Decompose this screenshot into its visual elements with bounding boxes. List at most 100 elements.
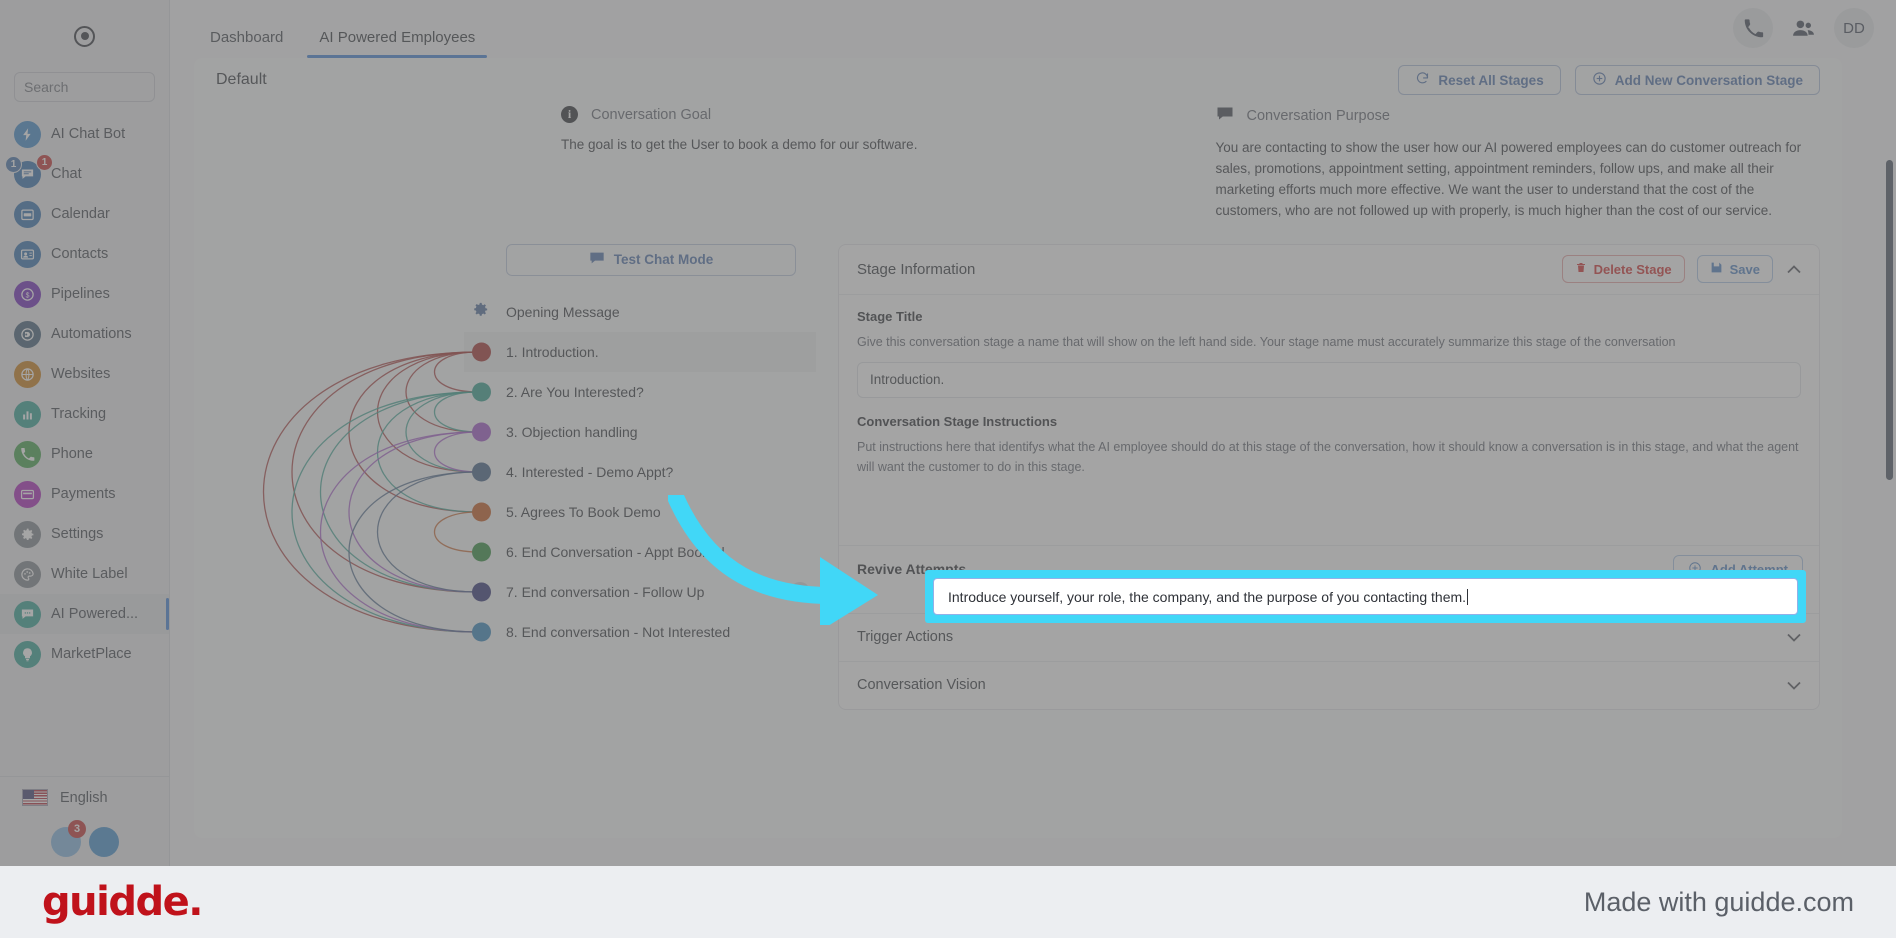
- stage-graph-column: Test Chat Mode Opening Message 1. Introdu…: [216, 243, 816, 710]
- instructions-highlight: Introduce yourself, your role, the compa…: [925, 570, 1806, 623]
- sidebar-item-white-label[interactable]: White Label: [0, 554, 169, 594]
- conversation-goal-text: The goal is to get the User to book a de…: [561, 137, 918, 152]
- trash-icon: [1575, 261, 1587, 277]
- phone-icon[interactable]: [1733, 8, 1773, 48]
- save-button[interactable]: Save: [1696, 255, 1773, 284]
- calendar-icon: [14, 200, 41, 228]
- chat-dots-icon[interactable]: [790, 581, 810, 602]
- search-box[interactable]: [14, 72, 225, 102]
- sidebar-item-settings[interactable]: Settings: [0, 514, 169, 554]
- stage-row-label: 4. Interested - Demo Appt?: [506, 463, 674, 480]
- stage-row[interactable]: 5. Agrees To Book Demo: [464, 492, 816, 532]
- sidebar-item-contacts[interactable]: Contacts: [0, 234, 169, 274]
- sidebar-item-label: Settings: [51, 526, 104, 542]
- chevron-down-icon[interactable]: [1785, 633, 1803, 642]
- stage-row[interactable]: 2. Are You Interested?: [464, 372, 816, 412]
- sidebar-item-label: MarketPlace: [51, 646, 132, 662]
- palette-icon: [14, 560, 41, 588]
- info-icon: i: [561, 106, 578, 123]
- credit-card-icon: [14, 480, 41, 508]
- tab-label: AI Powered Employees: [319, 29, 476, 46]
- page-title: Default: [216, 71, 267, 88]
- stage-color-dot: [472, 422, 491, 442]
- chat-bubble-icon: [589, 251, 605, 268]
- stage-row[interactable]: 7. End conversation - Follow Up: [464, 572, 816, 612]
- sidebar-item-websites[interactable]: Websites: [0, 354, 169, 394]
- stage-information-header: Stage Information Delete Stage Save: [839, 245, 1819, 295]
- chevron-up-icon[interactable]: [1785, 264, 1803, 274]
- conversation-purpose-title: Conversation Purpose: [1246, 108, 1390, 124]
- language-label: English: [60, 789, 108, 806]
- automation-icon: [14, 320, 41, 348]
- conversation-goal-block: i Conversation Goal The goal is to get t…: [216, 106, 1166, 222]
- sidebar-item-marketplace[interactable]: MarketPlace: [0, 634, 169, 674]
- people-icon[interactable]: [1791, 16, 1816, 41]
- main-canvas: Default Reset All Stages Add New Convers…: [194, 58, 1842, 838]
- stage-title-input[interactable]: Introduction.: [857, 361, 1801, 398]
- reset-all-stages-button[interactable]: Reset All Stages: [1398, 65, 1561, 95]
- sidebar-item-payments[interactable]: Payments: [0, 474, 169, 514]
- chevron-down-icon[interactable]: [1785, 681, 1803, 690]
- us-flag-icon: [22, 789, 48, 806]
- instructions-textarea-slot: [857, 487, 1801, 533]
- stage-row[interactable]: 8. End conversation - Not Interested: [464, 612, 816, 652]
- support-bubble-icon[interactable]: [88, 827, 119, 857]
- sidebar-badge-unread: 1: [36, 154, 53, 171]
- app-root: AI Chat BotChat11CalendarContacts $ Pipeli…: [0, 0, 1896, 938]
- sidebar-footer-actions[interactable]: 3: [0, 818, 169, 866]
- sidebar-item-ai-chat-bot[interactable]: AI Chat Bot: [0, 114, 169, 154]
- language-selector[interactable]: English: [0, 776, 169, 818]
- sidebar-item-label: Automations: [51, 326, 132, 342]
- delete-stage-button[interactable]: Delete Stage: [1561, 255, 1685, 284]
- bolt-icon: [14, 120, 41, 148]
- sidebar-item-chat[interactable]: Chat 1 1: [0, 154, 169, 194]
- test-chat-mode-label: Test Chat Mode: [613, 252, 714, 268]
- guidde-logo: guidde.: [42, 879, 203, 925]
- chat-dots-icon: [14, 600, 41, 628]
- stage-row-label: Opening Message: [506, 303, 620, 320]
- stage-title-label: Stage Title: [857, 308, 923, 324]
- tab-ai-powered-employees[interactable]: AI Powered Employees: [301, 29, 493, 58]
- bar-chart-icon: [14, 400, 41, 428]
- instructions-help: Put instructions here that identifys wha…: [857, 439, 1799, 474]
- stage-color-dot: [472, 342, 491, 362]
- stage-row-opening-message[interactable]: Opening Message: [464, 292, 816, 332]
- avatar[interactable]: DD: [1834, 8, 1874, 48]
- instructions-textarea[interactable]: Introduce yourself, your role, the compa…: [933, 578, 1798, 615]
- sidebar-item-label: Payments: [51, 486, 116, 502]
- floppy-disk-icon: [1710, 261, 1723, 277]
- sidebar-item-phone[interactable]: Phone: [0, 434, 169, 474]
- reset-all-stages-label: Reset All Stages: [1438, 72, 1544, 88]
- add-new-conversation-stage-button[interactable]: Add New Conversation Stage: [1574, 65, 1820, 95]
- sidebar-item-pipelines[interactable]: $ Pipelines: [0, 274, 169, 314]
- stage-row-label: 3. Objection handling: [506, 423, 638, 440]
- tab-dashboard[interactable]: Dashboard: [192, 29, 301, 58]
- test-chat-mode-button[interactable]: Test Chat Mode: [506, 243, 796, 276]
- canvas-header-buttons: Reset All Stages Add New Conversation St…: [1398, 65, 1820, 95]
- sidebar-item-calendar[interactable]: Calendar: [0, 194, 169, 234]
- notification-badge: 3: [68, 820, 86, 838]
- trigger-actions-label: Trigger Actions: [857, 629, 954, 646]
- sidebar-item-label: Pipelines: [51, 286, 110, 302]
- sidebar-item-tracking[interactable]: Tracking: [0, 394, 169, 434]
- stage-information-title: Stage Information: [857, 260, 976, 278]
- stage-row-label: 1. Introduction.: [506, 343, 599, 360]
- speech-bubble-icon: [1216, 106, 1234, 126]
- sidebar-item-automations[interactable]: Automations: [0, 314, 169, 354]
- conversation-vision-section[interactable]: Conversation Vision: [839, 660, 1819, 709]
- instructions-label: Conversation Stage Instructions: [857, 413, 1058, 429]
- stage-row[interactable]: 6. End Conversation - Appt Booked: [464, 532, 816, 572]
- sidebar-item-ai-powered[interactable]: AI Powered...: [0, 594, 169, 634]
- goal-purpose-row: i Conversation Goal The goal is to get t…: [194, 106, 1842, 222]
- search-input[interactable]: [24, 79, 205, 95]
- stage-row[interactable]: 4. Interested - Demo Appt?: [464, 452, 816, 492]
- sidebar-item-label: Tracking: [51, 406, 107, 422]
- page-scrollbar[interactable]: [1886, 160, 1893, 480]
- stage-color-dot: [472, 622, 491, 642]
- app-logo[interactable]: [0, 0, 169, 72]
- svg-text:$: $: [26, 292, 30, 299]
- stage-row[interactable]: 1. Introduction.: [464, 331, 816, 372]
- stage-row[interactable]: 3. Objection handling: [464, 412, 816, 452]
- conversation-goal-title: Conversation Goal: [591, 106, 712, 123]
- stage-information-body: Stage Title Give this conversation stage…: [839, 295, 1819, 545]
